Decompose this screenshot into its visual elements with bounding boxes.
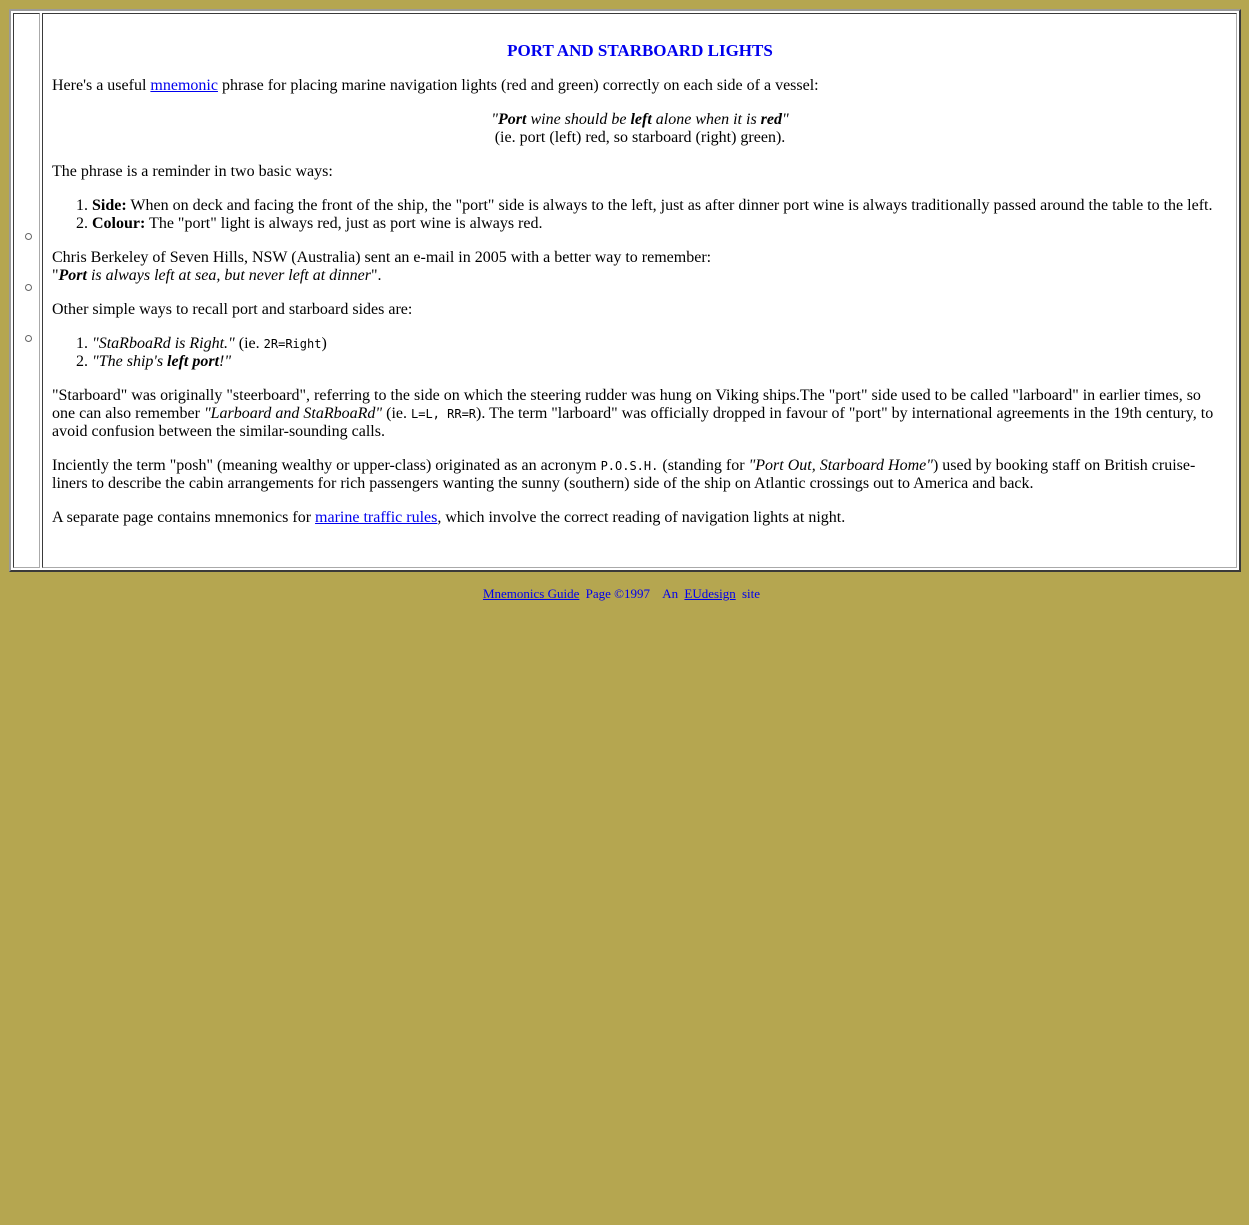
- marine-traffic-rules-link[interactable]: marine traffic rules: [315, 509, 437, 526]
- content-frame: PORT AND STARBOARD LIGHTS Here's a usefu…: [9, 9, 1241, 572]
- list-item: "StaRboaRd is Right." (ie. 2R=Right): [92, 335, 1228, 353]
- chris-paragraph: Chris Berkeley of Seven Hills, NSW (Aust…: [52, 249, 712, 284]
- other-ways-list: "StaRboaRd is Right." (ie. 2R=Right) "Th…: [52, 335, 1228, 371]
- binder-hole-icon: [25, 335, 32, 342]
- list-item: Side: When on deck and facing the front …: [92, 197, 1228, 215]
- mnemonic-quote: "Port wine should be left alone when it …: [491, 111, 789, 146]
- posh-paragraph: Inciently the term "posh" (meaning wealt…: [52, 457, 1196, 492]
- list-item: Colour: The "port" light is always red, …: [92, 215, 1228, 233]
- mnemonic-link[interactable]: mnemonic: [150, 77, 218, 94]
- intro-paragraph: Here's a useful mnemonic phrase for plac…: [52, 77, 819, 94]
- binder-hole-icon: [25, 233, 32, 240]
- quote-note: (ie. port (left) red, so starboard (righ…: [494, 129, 786, 146]
- list-item: "The ship's left port!": [92, 353, 1228, 371]
- mnemonics-guide-link[interactable]: Mnemonics Guide: [483, 586, 579, 601]
- reminder-intro: The phrase is a reminder in two basic wa…: [52, 163, 333, 180]
- other-intro: Other simple ways to recall port and sta…: [52, 301, 413, 318]
- footer: Mnemonics Guide Page ©1997 An EUdesign s…: [482, 586, 761, 601]
- main-content: PORT AND STARBOARD LIGHTS Here's a usefu…: [42, 13, 1237, 568]
- page-title: PORT AND STARBOARD LIGHTS: [507, 41, 773, 60]
- starboard-paragraph: "Starboard" was originally "steerboard",…: [52, 387, 1214, 440]
- separate-page-paragraph: A separate page contains mnemonics for m…: [52, 509, 846, 526]
- binder-margin: [13, 13, 40, 568]
- copyright: Page ©1997: [585, 586, 651, 601]
- eudesign-link[interactable]: EUdesign: [684, 586, 735, 601]
- binder-hole-icon: [25, 284, 32, 291]
- reminder-list: Side: When on deck and facing the front …: [52, 197, 1228, 233]
